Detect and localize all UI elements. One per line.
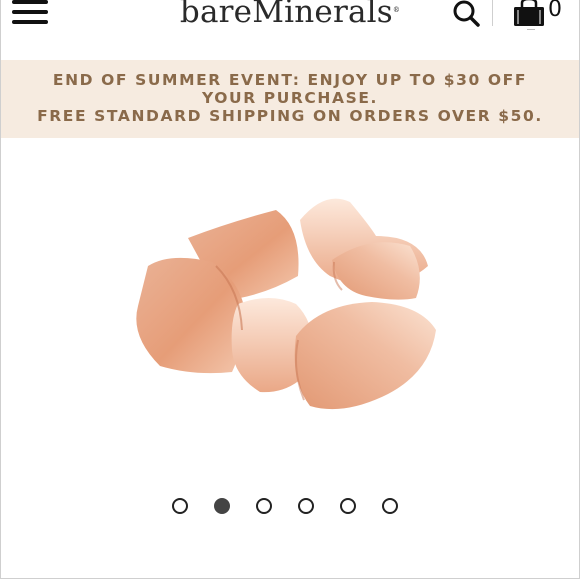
- carousel-dot-3[interactable]: [256, 498, 272, 514]
- carousel-dot-5[interactable]: [340, 498, 356, 514]
- carousel-dot-1[interactable]: [172, 498, 188, 514]
- cart-count[interactable]: 0: [548, 0, 562, 22]
- promo-line-2: YOUR PURCHASE.: [201, 89, 379, 107]
- carousel-dots: [0, 498, 580, 520]
- search-icon[interactable]: [452, 0, 482, 28]
- header-divider: [492, 0, 493, 26]
- brand-logo[interactable]: bareMinerals®: [0, 0, 580, 30]
- registered-mark: ®: [392, 6, 401, 14]
- carousel-dot-4[interactable]: [298, 498, 314, 514]
- carousel-dot-6[interactable]: [382, 498, 398, 514]
- promo-line-1: END OF SUMMER EVENT: ENJOY UP TO $30 OFF: [52, 71, 528, 89]
- cart-underline: [527, 29, 535, 30]
- product-image[interactable]: [120, 180, 450, 430]
- carousel-dot-2[interactable]: [214, 498, 230, 514]
- promo-banner[interactable]: END OF SUMMER EVENT: ENJOY UP TO $30 OFF…: [0, 60, 580, 138]
- promo-line-3: FREE STANDARD SHIPPING ON ORDERS OVER $5…: [37, 107, 543, 125]
- site-header: bareMinerals® 0: [0, 0, 580, 60]
- shopping-bag-icon[interactable]: [512, 0, 546, 26]
- brand-name: bareMinerals: [179, 0, 393, 30]
